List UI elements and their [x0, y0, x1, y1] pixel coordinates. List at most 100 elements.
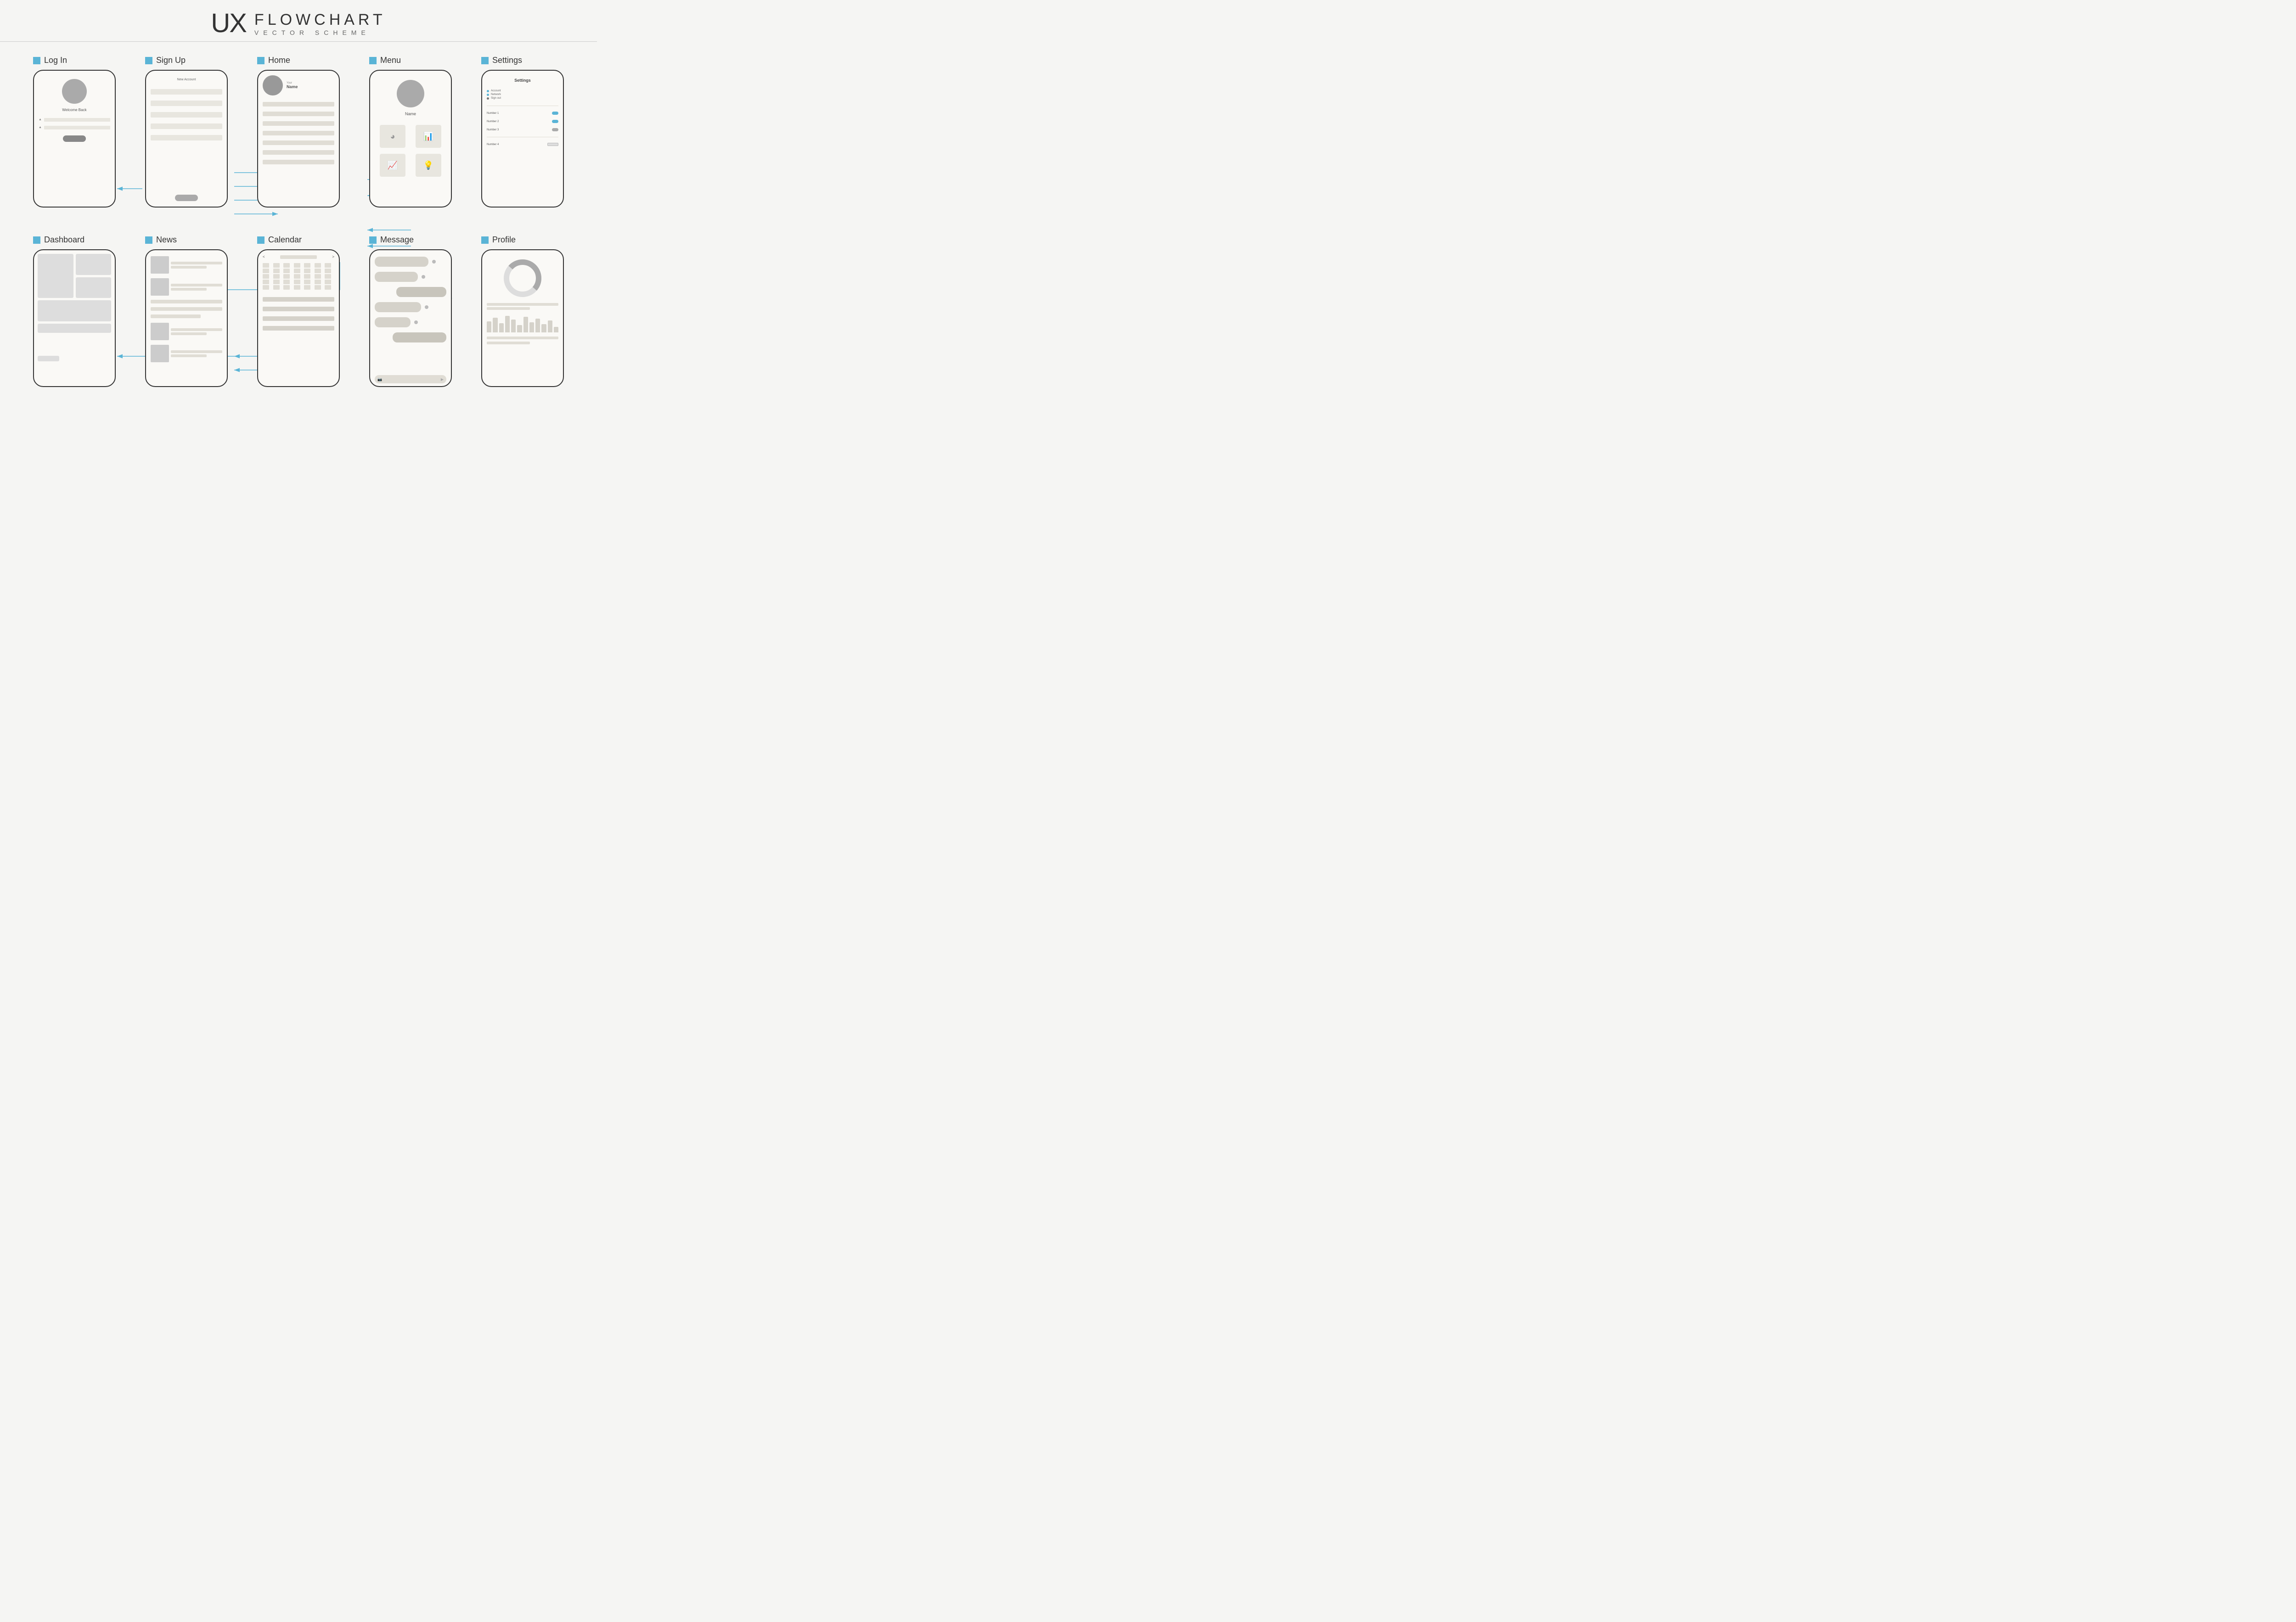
- news-img-4: [151, 345, 169, 362]
- login-button[interactable]: [63, 135, 86, 142]
- settings-item-account: Account: [487, 89, 558, 93]
- msg-bubble-6: [393, 332, 446, 342]
- signup-field-5: [151, 135, 222, 140]
- dash-block-wide: [38, 300, 111, 321]
- cal-next[interactable]: >: [332, 255, 334, 259]
- home-line-3: [263, 121, 334, 126]
- label-icon-login: [33, 57, 40, 64]
- news-line-2a: [171, 284, 222, 286]
- signout-label: Sign out: [491, 97, 501, 100]
- label-login: Log In: [33, 56, 67, 65]
- cal-event-4: [263, 326, 334, 331]
- label-message: Message: [369, 235, 414, 245]
- section-login: Log In Welcome Back ▲ ▲: [33, 56, 116, 208]
- label-text-profile: Profile: [492, 235, 516, 245]
- cal-prev[interactable]: <: [263, 255, 265, 259]
- label-text-home: Home: [268, 56, 290, 65]
- menu-icons-row-1: ◕ 📊: [375, 125, 446, 148]
- msg-bubble-4: [375, 302, 421, 312]
- cal-month-bar: [280, 255, 317, 259]
- bar-2: [493, 318, 497, 332]
- label-icon-signup: [145, 57, 152, 64]
- settings-item-signout: Sign out: [487, 96, 558, 100]
- settings-num1: Number 1: [487, 112, 499, 115]
- dash-block-top: [76, 254, 112, 275]
- dot-signout: [487, 97, 489, 100]
- signup-field-1: [151, 89, 222, 95]
- news-item-1: [151, 256, 222, 274]
- msg-row-4: [375, 300, 446, 314]
- bar-4: [505, 316, 510, 332]
- home-avatar: [263, 75, 283, 95]
- signup-field-3: [151, 112, 222, 118]
- label-text-login: Log In: [44, 56, 67, 65]
- toggle-1[interactable]: [552, 112, 558, 115]
- cal-nav: < >: [263, 255, 334, 259]
- news-text-line-3: [151, 314, 201, 318]
- label-news: News: [145, 235, 177, 245]
- label-text-signup: Sign Up: [156, 56, 186, 65]
- dot-account: [487, 90, 489, 92]
- msg-input-bar[interactable]: 📷 ▶: [375, 375, 446, 383]
- settings-num2: Number 2: [487, 120, 499, 123]
- bar-5: [511, 320, 516, 332]
- cal-event-2: [263, 307, 334, 311]
- phone-dashboard: [33, 249, 116, 387]
- cal-grid: [263, 263, 334, 290]
- user-icon: ▲: [39, 118, 42, 122]
- section-message: Message: [369, 235, 452, 387]
- label-icon-settings: [481, 57, 489, 64]
- signup-field-2: [151, 101, 222, 106]
- label-text-calendar: Calendar: [268, 235, 302, 245]
- signup-field-4: [151, 123, 222, 129]
- news-line-2b: [171, 288, 207, 291]
- msg-bubble-2: [375, 272, 418, 282]
- msg-dot-5: [414, 320, 418, 324]
- label-icon-calendar: [257, 236, 264, 244]
- phone-signup: New Account: [145, 70, 228, 208]
- stepper-4[interactable]: [547, 143, 558, 146]
- header-flowchart: FLOWCHART: [254, 11, 386, 29]
- login-user-bar: [44, 118, 110, 122]
- header-ux: UX: [211, 10, 246, 37]
- home-line-2: [263, 112, 334, 116]
- settings-num3: Number 3: [487, 129, 499, 131]
- signup-button[interactable]: [175, 195, 198, 201]
- main-content: Home (multiple lines) --> Menu --> Setti…: [0, 56, 597, 387]
- bar-9: [535, 319, 540, 332]
- login-avatar: [62, 79, 87, 104]
- toggle-3[interactable]: [552, 128, 558, 131]
- label-text-dashboard: Dashboard: [44, 235, 84, 245]
- toggle-2[interactable]: [552, 120, 558, 123]
- login-pass-bar: [44, 126, 110, 129]
- menu-icons-row-2: 📈 💡: [375, 154, 446, 177]
- header-vector: VECTOR SCHEME: [254, 29, 386, 36]
- msg-bubble-5: [375, 317, 411, 327]
- news-line-1b: [171, 266, 207, 269]
- label-icon-menu: [369, 57, 377, 64]
- settings-item-network: Network: [487, 93, 558, 96]
- home-name-big: Name: [287, 84, 298, 89]
- home-line-6: [263, 150, 334, 155]
- rows-container: Home (multiple lines) --> Menu --> Setti…: [18, 56, 579, 387]
- home-line-1: [263, 102, 334, 107]
- page-header: UX FLOWCHART VECTOR SCHEME: [0, 0, 597, 42]
- account-label: Account: [491, 90, 501, 92]
- settings-row-4: Number 4: [487, 143, 558, 146]
- bar-7: [523, 317, 528, 332]
- login-field-user: ▲: [39, 118, 110, 122]
- bar-12: [554, 327, 558, 332]
- section-profile: Profile: [481, 235, 564, 387]
- label-text-settings: Settings: [492, 56, 522, 65]
- news-img-1: [151, 256, 169, 274]
- section-dashboard: Dashboard: [33, 235, 116, 387]
- msg-dot-4: [425, 305, 428, 309]
- msg-row-5: [375, 315, 446, 329]
- row1: Log In Welcome Back ▲ ▲: [18, 56, 579, 208]
- news-line-1a: [171, 262, 222, 264]
- profile-line-1: [487, 303, 558, 306]
- label-icon-dashboard: [33, 236, 40, 244]
- label-icon-message: [369, 236, 377, 244]
- profile-donut-chart: [502, 258, 543, 299]
- phone-login: Welcome Back ▲ ▲: [33, 70, 116, 208]
